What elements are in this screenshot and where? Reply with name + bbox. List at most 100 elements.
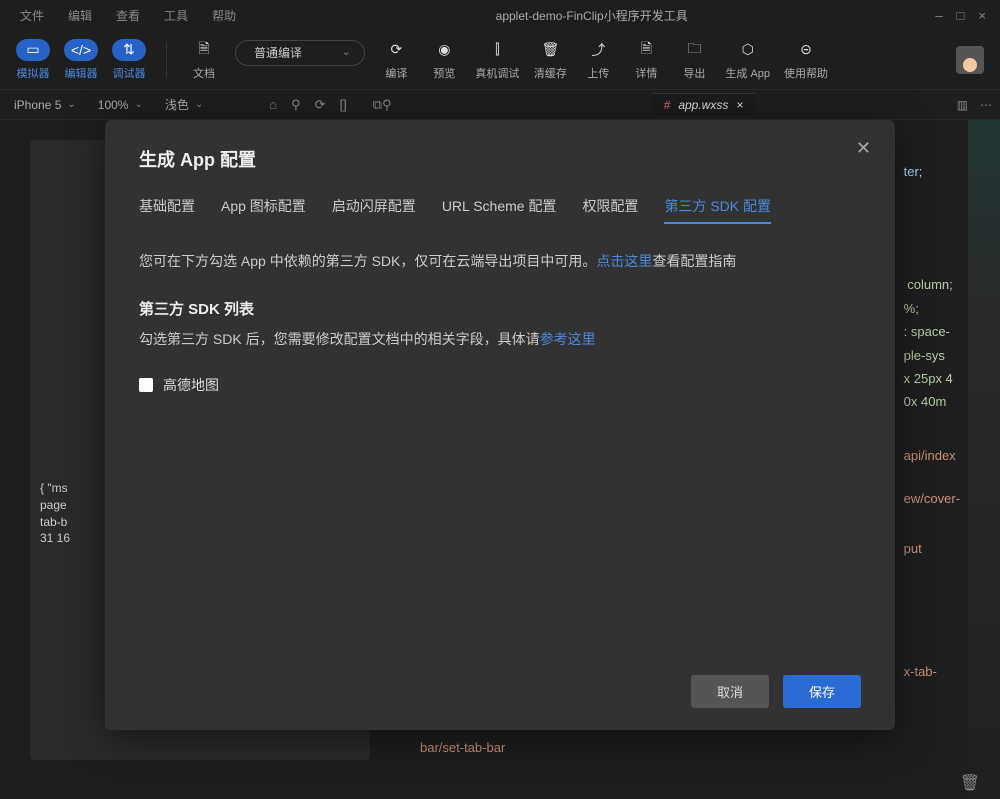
details-icon: 🗎 <box>629 39 663 61</box>
close-window-icon[interactable]: × <box>978 8 986 23</box>
split-view-icon[interactable]: ⧉ <box>373 97 382 113</box>
help-label: 使用帮助 <box>784 65 828 81</box>
tab-url-scheme-config[interactable]: URL Scheme 配置 <box>442 196 557 224</box>
close-tab-icon[interactable]: × <box>736 98 743 112</box>
code-line: api/index <box>904 444 960 467</box>
chevron-down-icon: ⌄ <box>67 99 75 110</box>
generate-app-icon: ⬡ <box>731 39 765 61</box>
details-button[interactable]: 🗎 详情 <box>629 39 663 81</box>
file-tab-name: app.wxss <box>678 98 728 112</box>
code-minimap[interactable] <box>968 120 1000 799</box>
code-line: put <box>904 537 960 560</box>
expand-icon[interactable]: [] <box>340 97 347 113</box>
compile-icon: ⟳ <box>379 39 413 61</box>
compile-button[interactable]: ⟳ 编译 <box>379 39 413 81</box>
export-button[interactable]: 🗀导出 <box>677 39 711 81</box>
save-button[interactable]: 保存 <box>783 675 861 708</box>
compile-mode-label: 普通编译 <box>254 44 302 61</box>
theme-select[interactable]: 浅色 ⌄ <box>159 94 209 115</box>
code-line: x 25px 4 <box>904 367 960 390</box>
location-icon[interactable]: ⚲ <box>291 97 301 113</box>
sdk-checkbox-row[interactable]: 高德地图 <box>139 375 861 395</box>
help-icon: ⊝ <box>789 39 823 61</box>
tab-permission-config[interactable]: 权限配置 <box>582 196 638 224</box>
split-editor-icon[interactable]: ▥ <box>957 98 968 112</box>
maximize-icon[interactable]: □ <box>957 8 965 23</box>
simulator-label: 模拟器 <box>17 65 50 81</box>
modal-title: 生成 App 配置 <box>139 146 861 172</box>
help-button[interactable]: ⊝ 使用帮助 <box>784 39 828 81</box>
code-line: column; <box>904 273 960 296</box>
code-line: x-tab- <box>904 660 960 683</box>
code-line: ew/cover- <box>904 487 960 510</box>
details-label: 详情 <box>635 65 657 81</box>
code-line: bar/set-tab-bar <box>420 736 505 759</box>
generate-app-label: 生成 App <box>725 65 770 81</box>
tab-third-party-sdk-config[interactable]: 第三方 SDK 配置 <box>664 196 771 224</box>
editor-file-tab[interactable]: # app.wxss × <box>652 93 756 116</box>
desc-text-post: 查看配置指南 <box>652 253 736 269</box>
preview-button[interactable]: ◉预览 <box>427 39 461 81</box>
compile-label: 编译 <box>385 65 407 81</box>
modal-close-button[interactable]: ✕ <box>856 138 871 159</box>
tab-basic-config[interactable]: 基础配置 <box>139 196 195 224</box>
modal-footer: 取消 保存 <box>139 675 861 708</box>
menu-edit[interactable]: 编辑 <box>56 3 104 28</box>
upload-label: 上传 <box>587 65 609 81</box>
debugger-icon: ⇅ <box>112 39 146 61</box>
chevron-down-icon: ⌄ <box>342 47 350 58</box>
clear-cache-icon: 🗑 <box>533 39 567 61</box>
more-icon[interactable]: ⋯ <box>980 98 992 112</box>
sdk-sub-text: 勾选第三方 SDK 后，您需要修改配置文档中的相关字段，具体请 <box>139 331 540 347</box>
cancel-button[interactable]: 取消 <box>691 675 769 708</box>
code-line: ple-sys <box>904 344 960 367</box>
simulator-icon: ▭ <box>16 39 50 61</box>
window-controls: – □ × <box>935 8 992 23</box>
tab-app-icon-config[interactable]: App 图标配置 <box>221 196 306 224</box>
search-icon[interactable]: ⚲ <box>382 97 392 113</box>
upload-button[interactable]: ⤴上传 <box>581 39 615 81</box>
menu-bar: 文件 编辑 查看 工具 帮助 applet-demo-FinClip小程序开发工… <box>0 0 1000 30</box>
code-line: : space- <box>904 320 960 343</box>
device-select[interactable]: iPhone 5 ⌄ <box>8 96 82 114</box>
checkbox-icon[interactable] <box>139 378 153 392</box>
tab-splash-config[interactable]: 启动闪屏配置 <box>332 196 416 224</box>
modal-description: 您可在下方勾选 App 中依赖的第三方 SDK，仅可在云端导出项目中可用。点击这… <box>139 250 861 272</box>
debugger-button[interactable]: ⇅ 调试器 <box>112 39 146 81</box>
checkbox-label: 高德地图 <box>163 375 219 395</box>
main-toolbar: ▭ 模拟器 </>编辑器 ⇅ 调试器 🗎文档 普通编译 ⌄ ⟳ 编译 ◉预览 ⫿ 真机调试… <box>0 30 1000 90</box>
code-line: ter; <box>904 160 960 183</box>
simulator-button[interactable]: ▭ 模拟器 <box>16 39 50 81</box>
config-guide-link[interactable]: 点击这里 <box>596 253 652 269</box>
code-line: 0x 40m <box>904 390 960 413</box>
file-type-icon: # <box>664 98 671 112</box>
editor-button[interactable]: </>编辑器 <box>64 39 98 81</box>
user-avatar[interactable] <box>956 46 984 74</box>
preview-label: 预览 <box>433 65 455 81</box>
debugger-label: 调试器 <box>113 65 146 81</box>
device-label: iPhone 5 <box>14 98 61 112</box>
device-debug-icon: ⫿ <box>480 39 514 61</box>
compile-mode-select[interactable]: 普通编译 ⌄ <box>235 40 365 66</box>
device-debug-label: 真机调试 <box>475 65 519 81</box>
clear-cache-button[interactable]: 🗑清缓存 <box>533 39 567 81</box>
menu-view[interactable]: 查看 <box>104 3 152 28</box>
chevron-down-icon: ⌄ <box>134 99 142 110</box>
reference-link[interactable]: 参考这里 <box>540 331 596 347</box>
home-icon[interactable]: ⌂ <box>269 97 277 113</box>
zoom-select[interactable]: 100%⌄ <box>92 96 149 114</box>
refresh-icon[interactable]: ⟳ <box>315 97 326 113</box>
documentation-button[interactable]: 🗎文档 <box>187 39 221 81</box>
chevron-down-icon: ⌄ <box>195 99 203 110</box>
minimize-icon[interactable]: – <box>935 8 942 23</box>
menu-file[interactable]: 文件 <box>8 3 56 28</box>
theme-label: 浅色 <box>165 96 189 113</box>
device-debug-button[interactable]: ⫿ 真机调试 <box>475 39 519 81</box>
trash-icon[interactable]: 🗑 <box>960 773 980 793</box>
menu-help[interactable]: 帮助 <box>200 3 248 28</box>
editor-tabs: # app.wxss × <box>652 93 756 116</box>
menu-tools[interactable]: 工具 <box>152 3 200 28</box>
generate-app-config-modal: ✕ 生成 App 配置 基础配置 App 图标配置 启动闪屏配置 URL Sch… <box>105 120 895 730</box>
generate-app-button[interactable]: ⬡ 生成 App <box>725 39 770 81</box>
modal-overlay: ✕ 生成 App 配置 基础配置 App 图标配置 启动闪屏配置 URL Sch… <box>0 0 1000 799</box>
